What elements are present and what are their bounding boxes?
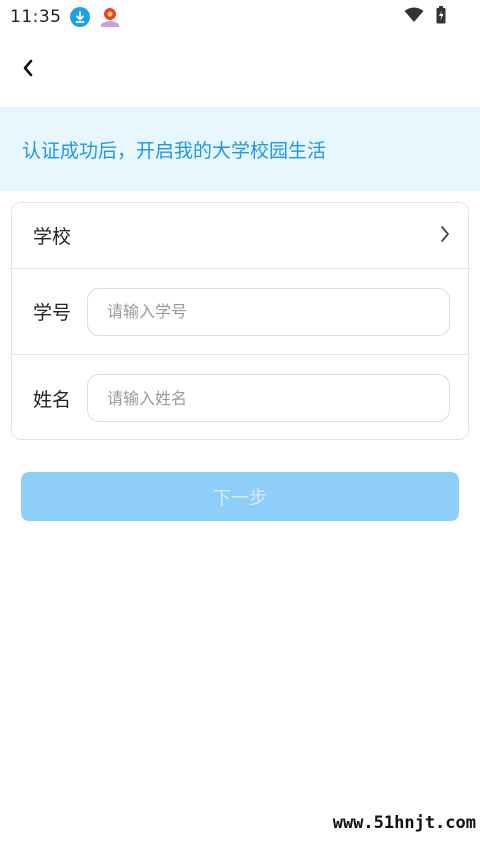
watermark: www.51hnjt.com: [332, 813, 476, 833]
student-id-input[interactable]: [87, 287, 450, 336]
student-id-row: 学号: [12, 269, 468, 355]
status-bar: 11:35: [0, 0, 480, 34]
chevron-right-icon: [440, 225, 450, 247]
name-label: 姓名: [33, 388, 72, 411]
back-button[interactable]: [12, 54, 44, 86]
student-id-label: 学号: [33, 302, 72, 324]
status-icons: [404, 6, 446, 28]
banner-text: 认证成功后，开启我的大学校园生活: [22, 139, 327, 162]
name-input[interactable]: [87, 374, 450, 422]
battery-icon: [436, 6, 446, 28]
school-selector[interactable]: 学校: [12, 203, 468, 269]
info-banner: 认证成功后，开启我的大学校园生活: [0, 107, 480, 191]
name-row: 姓名: [12, 355, 468, 441]
next-step-button[interactable]: 下一步: [21, 472, 459, 521]
status-time: 11:35: [10, 7, 62, 27]
chevron-left-icon: [22, 59, 34, 81]
school-label: 学校: [33, 226, 72, 248]
nav-bar: [0, 40, 480, 100]
download-icon: [69, 7, 90, 27]
app-notification-icon: [98, 6, 122, 28]
wifi-icon: [404, 7, 424, 27]
verification-form: 学校 学号 姓名: [11, 202, 469, 440]
